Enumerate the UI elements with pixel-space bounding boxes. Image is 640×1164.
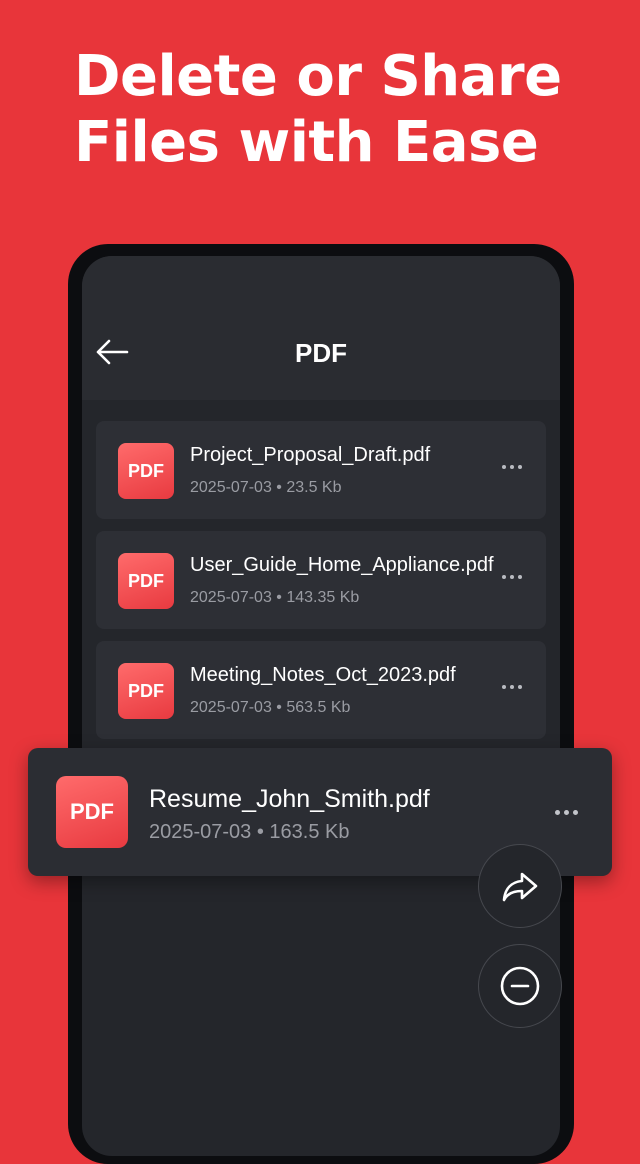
delete-button[interactable] bbox=[478, 944, 562, 1028]
page-title: PDF bbox=[295, 338, 347, 368]
more-options-button[interactable] bbox=[502, 575, 522, 579]
pdf-file-icon: PDF bbox=[56, 776, 128, 848]
more-dot-icon bbox=[502, 465, 506, 469]
file-meta: 2025-07-03 • 563.5 Kb bbox=[190, 699, 351, 716]
file-name: Project_Proposal_Draft.pdf bbox=[190, 444, 431, 466]
share-icon bbox=[502, 872, 538, 902]
more-dot-icon bbox=[518, 465, 522, 469]
more-dot-icon bbox=[510, 575, 514, 579]
pdf-file-icon: PDF bbox=[118, 553, 174, 609]
pdf-file-icon: PDF bbox=[118, 663, 174, 719]
more-dot-icon bbox=[510, 685, 514, 689]
more-dot-icon bbox=[564, 810, 569, 815]
more-dot-icon bbox=[518, 575, 522, 579]
app-bar: PDF bbox=[82, 256, 560, 400]
more-dot-icon bbox=[502, 575, 506, 579]
more-dot-icon bbox=[502, 685, 506, 689]
file-name: Meeting_Notes_Oct_2023.pdf bbox=[190, 664, 456, 686]
headline-line-2: Files with Ease bbox=[74, 110, 539, 175]
more-options-button[interactable] bbox=[502, 685, 522, 689]
file-item[interactable]: PDF Meeting_Notes_Oct_2023.pdf 2025-07-0… bbox=[96, 641, 546, 739]
headline-line-1: Delete or Share bbox=[74, 44, 562, 109]
file-meta: 2025-07-03 • 23.5 Kb bbox=[190, 479, 342, 496]
pdf-file-icon: PDF bbox=[118, 443, 174, 499]
file-item[interactable]: PDF Project_Proposal_Draft.pdf 2025-07-0… bbox=[96, 421, 546, 519]
more-dot-icon bbox=[555, 810, 560, 815]
share-button[interactable] bbox=[478, 844, 562, 928]
more-dot-icon bbox=[573, 810, 578, 815]
more-options-button[interactable] bbox=[555, 810, 578, 815]
file-item[interactable]: PDF User_Guide_Home_Appliance.pdf 2025-0… bbox=[96, 531, 546, 629]
file-meta: 2025-07-03 • 163.5 Kb bbox=[149, 821, 350, 843]
promo-headline: Delete or Share Files with Ease bbox=[74, 44, 614, 176]
more-options-button[interactable] bbox=[502, 465, 522, 469]
minus-circle-icon bbox=[500, 966, 540, 1006]
more-dot-icon bbox=[510, 465, 514, 469]
more-dot-icon bbox=[518, 685, 522, 689]
phone-screen: PDF PDF Project_Proposal_Draft.pdf 2025-… bbox=[82, 256, 560, 1156]
file-name: User_Guide_Home_Appliance.pdf bbox=[190, 554, 494, 576]
phone-frame: PDF PDF Project_Proposal_Draft.pdf 2025-… bbox=[68, 244, 574, 1164]
file-name: Resume_John_Smith.pdf bbox=[149, 785, 430, 813]
file-meta: 2025-07-03 • 143.35 Kb bbox=[190, 589, 360, 606]
